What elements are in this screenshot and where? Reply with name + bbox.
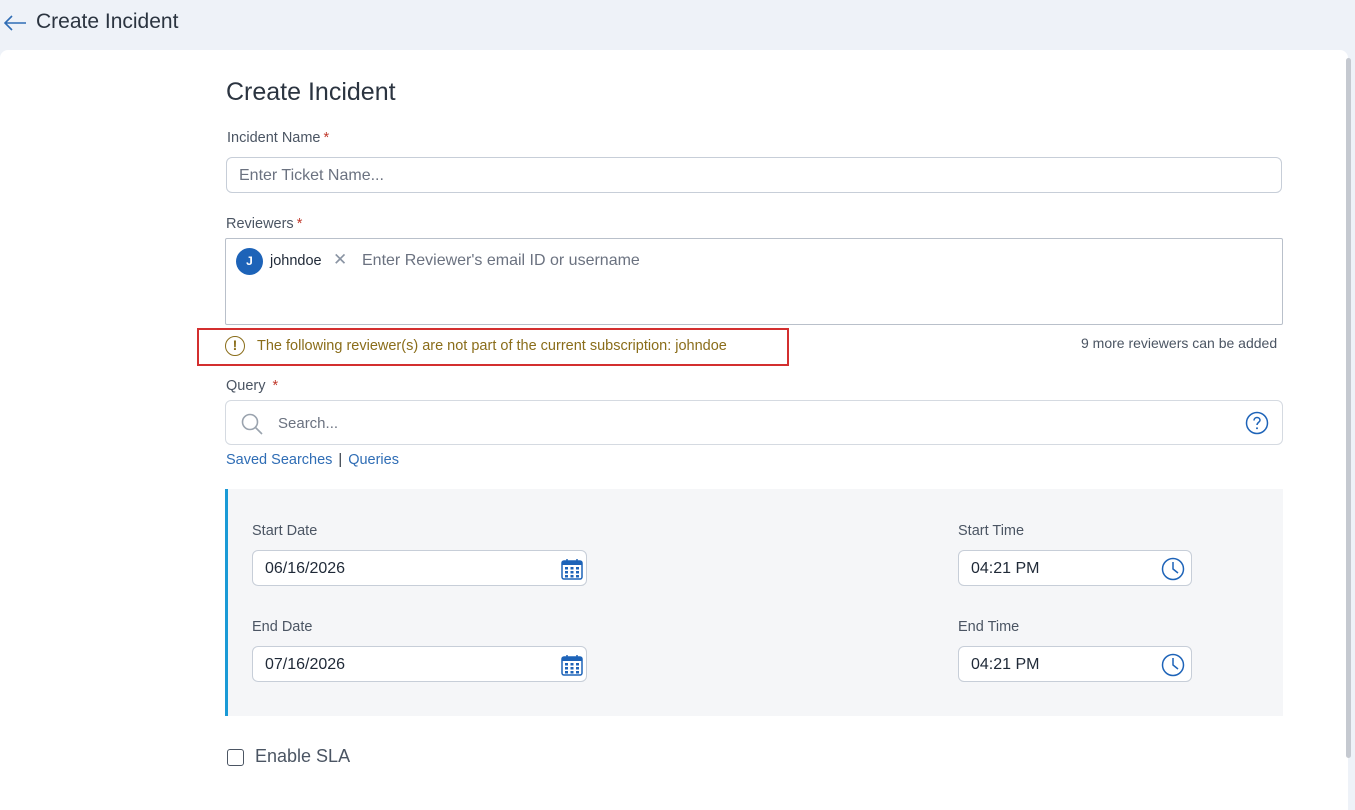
clock-icon[interactable] [1161, 653, 1185, 677]
scrollbar[interactable] [1346, 58, 1351, 758]
query-search-input[interactable] [276, 414, 1180, 433]
reviewer-chip-name: johndoe [270, 253, 322, 269]
queries-link[interactable]: Queries [348, 452, 399, 468]
clock-icon[interactable] [1161, 557, 1185, 581]
calendar-icon[interactable] [560, 653, 584, 677]
search-icon [241, 413, 263, 435]
arrow-left-icon[interactable] [2, 12, 28, 34]
start-time-field[interactable] [958, 550, 1192, 586]
start-time-label: Start Time [958, 523, 1025, 539]
reviewers-field[interactable]: J johndoe ✕ [225, 238, 1355, 325]
end-date-input[interactable] [263, 655, 507, 675]
end-date-field[interactable] [252, 646, 587, 682]
end-time-field[interactable] [958, 646, 1192, 682]
query-links: Saved Searches | Queries [226, 452, 399, 468]
start-date-label: Start Date [252, 523, 318, 539]
form-title: Create Incident [226, 78, 396, 106]
end-time-label: End Time [958, 619, 1020, 635]
end-date-label: End Date [252, 619, 313, 635]
calendar-icon[interactable] [560, 557, 584, 581]
page-header-title: Create Incident [36, 10, 179, 33]
incident-name-input[interactable] [237, 166, 1241, 186]
incident-name-label: Incident Name * [227, 130, 330, 146]
top-bar: Create Incident [0, 0, 1355, 50]
reviewers-remaining-text: 9 more reviewers can be added [1081, 335, 1278, 351]
start-date-field[interactable] [252, 550, 587, 586]
help-circle-icon[interactable] [1245, 411, 1269, 435]
incident-name-field[interactable] [226, 157, 1282, 193]
start-time-input[interactable] [969, 559, 1153, 579]
reviewer-input[interactable] [360, 251, 1355, 271]
exclamation-circle-icon: ! [225, 336, 245, 356]
query-label: Query * [226, 378, 279, 394]
link-separator: | [338, 452, 343, 468]
required-mark: * [296, 216, 303, 232]
reviewer-warning-text: The following reviewer(s) are not part o… [257, 338, 727, 354]
enable-sla-label[interactable]: Enable SLA [255, 746, 350, 767]
enable-sla-checkbox[interactable] [227, 749, 244, 766]
query-search-field[interactable] [225, 400, 1283, 445]
reviewer-warning: ! The following reviewer(s) are not part… [197, 328, 789, 366]
avatar: J [236, 248, 263, 275]
reviewers-label: Reviewers * [226, 216, 303, 232]
start-date-input[interactable] [263, 559, 507, 579]
required-mark: * [272, 378, 279, 394]
saved-searches-link[interactable]: Saved Searches [226, 452, 332, 468]
required-mark: * [323, 130, 330, 146]
end-time-input[interactable] [969, 655, 1153, 675]
close-icon[interactable]: ✕ [333, 250, 347, 270]
